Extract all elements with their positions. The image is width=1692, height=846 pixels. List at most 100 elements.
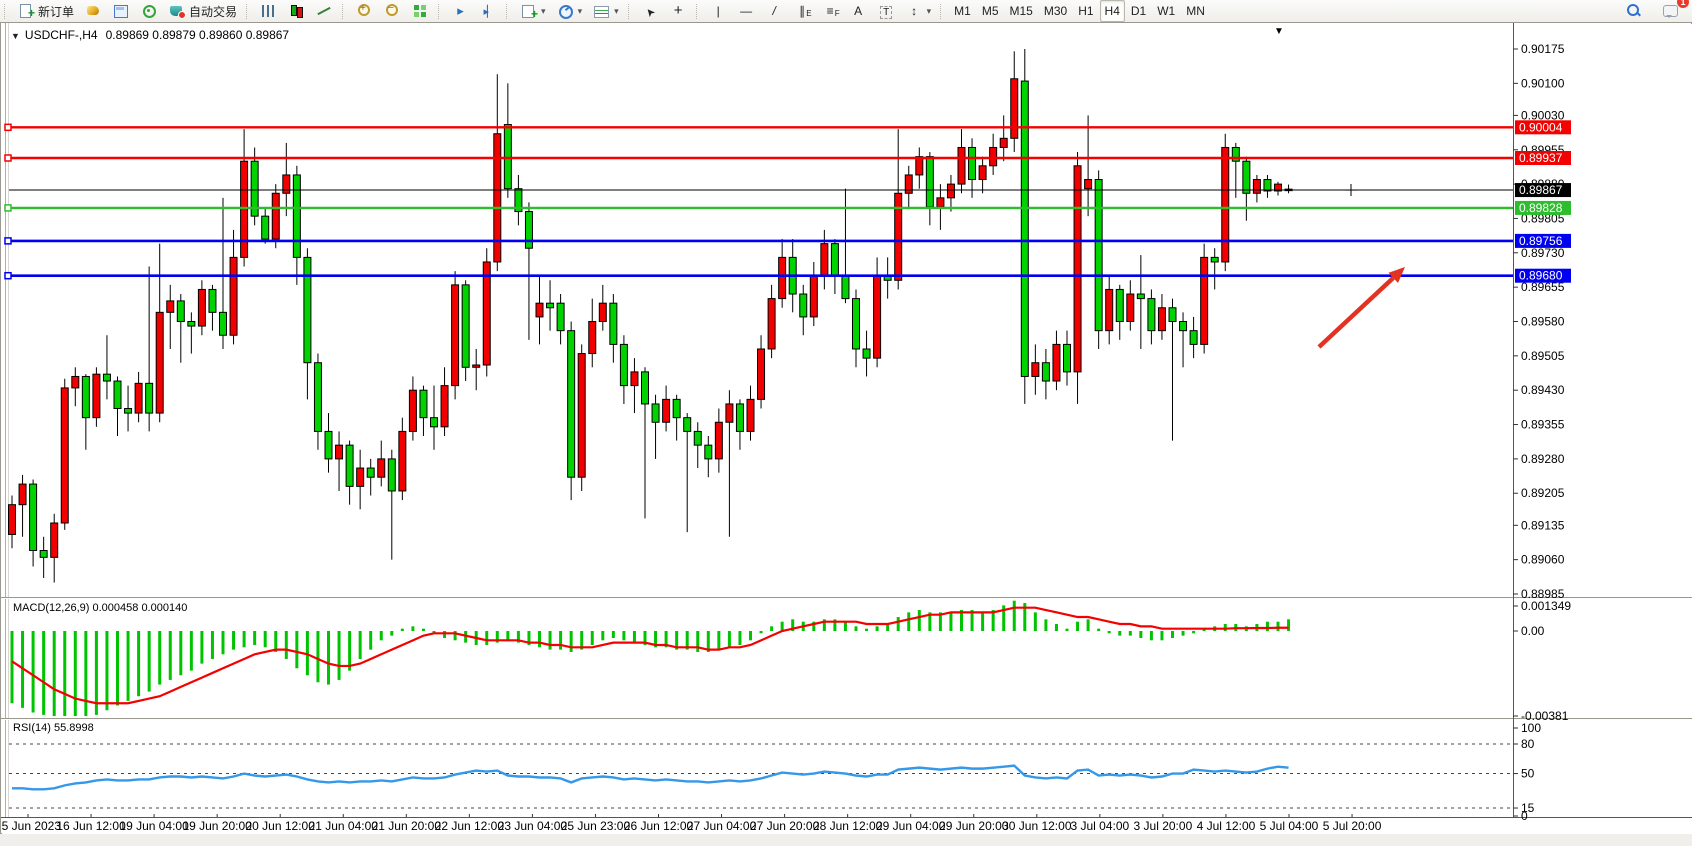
period-M15[interactable]: M15 bbox=[1005, 0, 1038, 22]
candle-body bbox=[1169, 308, 1176, 322]
line-chart-button[interactable] bbox=[311, 0, 338, 22]
signals-button[interactable] bbox=[136, 0, 163, 22]
horizontal-line-button[interactable] bbox=[733, 0, 760, 22]
pane-splitter[interactable] bbox=[1, 719, 1692, 720]
svg-text:28 Jun 12:00: 28 Jun 12:00 bbox=[813, 819, 883, 833]
line-handle[interactable] bbox=[5, 124, 11, 130]
svg-text:0.89680: 0.89680 bbox=[1519, 269, 1563, 283]
pane-splitter[interactable] bbox=[1, 598, 1692, 599]
auto-scroll-button[interactable] bbox=[447, 0, 474, 22]
period-M5[interactable]: M5 bbox=[977, 0, 1004, 22]
candle-body bbox=[114, 381, 121, 408]
zoom-out-button[interactable] bbox=[379, 0, 406, 22]
candle-body bbox=[1222, 147, 1229, 261]
candle-body bbox=[547, 303, 554, 308]
chevron-down-icon[interactable]: ▾ bbox=[927, 6, 932, 17]
candle-body bbox=[19, 484, 26, 505]
svg-text:0.00: 0.00 bbox=[1521, 624, 1545, 638]
rsi-value: 55.8998 bbox=[54, 722, 94, 734]
candle-body bbox=[525, 212, 532, 249]
candle-body bbox=[1148, 299, 1155, 331]
notifications-button[interactable]: 1 bbox=[1657, 0, 1684, 22]
zoom-in-button[interactable] bbox=[351, 0, 378, 22]
gold-box-icon bbox=[85, 3, 102, 19]
candle-body bbox=[599, 303, 606, 321]
candle-body bbox=[1011, 79, 1018, 139]
chart-menu-icon[interactable]: ▼ bbox=[11, 31, 20, 41]
macd-main-value: 0.000458 bbox=[92, 602, 138, 614]
terminal-window-button[interactable] bbox=[108, 0, 135, 22]
candle-body bbox=[557, 303, 564, 330]
candle-body bbox=[1042, 363, 1049, 381]
svg-text:20 Jun 12:00: 20 Jun 12:00 bbox=[245, 819, 315, 833]
period-H4[interactable]: H4 bbox=[1100, 0, 1125, 22]
period-MN[interactable]: MN bbox=[1181, 0, 1210, 22]
arrows-button[interactable]: ▾ bbox=[901, 0, 937, 22]
svg-text:0.89060: 0.89060 bbox=[1521, 553, 1565, 567]
chart-canvas[interactable]: 0.901750.901000.900300.899550.898800.898… bbox=[1, 23, 1692, 835]
candle-body bbox=[378, 459, 385, 477]
candle-body bbox=[821, 244, 828, 276]
candle-body bbox=[177, 301, 184, 322]
chevron-down-icon[interactable]: ▾ bbox=[541, 6, 546, 17]
new-chart-button[interactable]: ▾ bbox=[515, 0, 551, 22]
indicators-button[interactable]: ▾ bbox=[588, 0, 624, 22]
period-H1[interactable]: H1 bbox=[1073, 0, 1098, 22]
toolbar-grip bbox=[4, 4, 10, 19]
chart-window[interactable]: 0.901750.901000.900300.899550.898800.898… bbox=[0, 22, 1692, 834]
svg-text:0.89280: 0.89280 bbox=[1521, 452, 1565, 466]
new-order-button[interactable]: 新订单 bbox=[13, 0, 79, 22]
rsi-indicator-label: RSI(14) 55.8998 bbox=[13, 722, 94, 734]
tile-windows-button[interactable] bbox=[407, 0, 434, 22]
line-handle[interactable] bbox=[5, 205, 11, 211]
candle-body bbox=[103, 374, 110, 381]
svg-text:50: 50 bbox=[1521, 767, 1535, 781]
svg-text:0.89355: 0.89355 bbox=[1521, 418, 1565, 432]
chart-shift-marker[interactable]: ▼ bbox=[1274, 26, 1284, 37]
candle-body bbox=[1053, 344, 1060, 381]
autotrading-button[interactable]: 自动交易 bbox=[164, 0, 242, 22]
candle-body bbox=[431, 418, 438, 427]
chevron-down-icon[interactable]: ▾ bbox=[578, 6, 583, 17]
candle-body bbox=[1137, 294, 1144, 299]
line-handle[interactable] bbox=[5, 238, 11, 244]
candle-body bbox=[420, 390, 427, 417]
candle-body bbox=[293, 175, 300, 257]
period-M30[interactable]: M30 bbox=[1039, 0, 1072, 22]
period-D1-label: D1 bbox=[1131, 4, 1146, 18]
notification-count-badge: 1 bbox=[1677, 0, 1689, 8]
cursor-button[interactable] bbox=[637, 0, 664, 22]
profiles-button[interactable]: ▾ bbox=[552, 0, 588, 22]
crosshair-button[interactable] bbox=[665, 0, 692, 22]
text-label-button[interactable] bbox=[873, 0, 900, 22]
line-handle[interactable] bbox=[5, 155, 11, 161]
search-button[interactable] bbox=[1620, 0, 1647, 22]
bar-chart-button[interactable] bbox=[255, 0, 282, 22]
market-watch-button[interactable] bbox=[80, 0, 107, 22]
fibonacci-button[interactable] bbox=[817, 0, 844, 22]
magnifier-icon bbox=[1625, 3, 1642, 19]
svg-text:29 Jun 04:00: 29 Jun 04:00 bbox=[876, 819, 946, 833]
candle-body bbox=[346, 445, 353, 486]
period-W1[interactable]: W1 bbox=[1152, 0, 1180, 22]
candlestick-chart-button[interactable] bbox=[283, 0, 310, 22]
trendline-button[interactable] bbox=[761, 0, 788, 22]
chart-symbol-period: USDCHF-,H4 bbox=[25, 28, 98, 42]
equidistant-channel-button[interactable] bbox=[789, 0, 816, 22]
chart-shift-button[interactable] bbox=[475, 0, 502, 22]
chevron-down-icon[interactable]: ▾ bbox=[614, 6, 619, 17]
period-D1[interactable]: D1 bbox=[1126, 0, 1151, 22]
candle-body bbox=[262, 216, 269, 239]
toolbar-grip bbox=[438, 4, 444, 19]
candle-body bbox=[230, 257, 237, 335]
candle-body bbox=[1095, 180, 1102, 331]
period-M1[interactable]: M1 bbox=[949, 0, 976, 22]
vertical-line-button[interactable] bbox=[705, 0, 732, 22]
candle-body bbox=[1074, 166, 1081, 372]
candle-body bbox=[747, 399, 754, 431]
text-button[interactable] bbox=[845, 0, 872, 22]
period-M30-label: M30 bbox=[1044, 4, 1067, 18]
candle-body bbox=[325, 431, 332, 458]
candle-body bbox=[367, 468, 374, 477]
line-handle[interactable] bbox=[5, 273, 11, 279]
